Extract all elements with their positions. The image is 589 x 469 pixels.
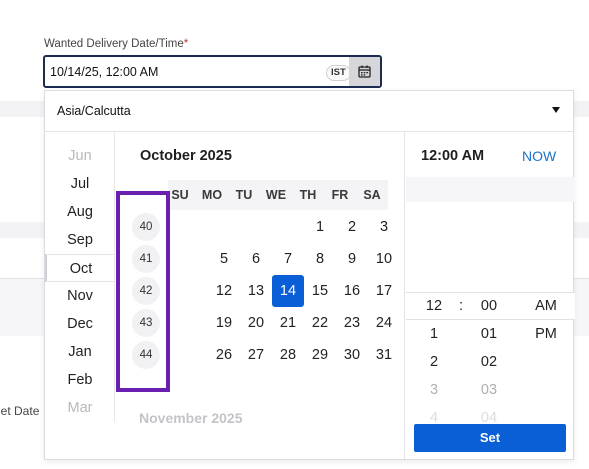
delivery-date-input[interactable]: 10/14/25, 12:00 AM IST [43,55,382,88]
day-cell[interactable]: 7 [272,243,304,275]
day-cell[interactable]: 13 [240,275,272,307]
day-cell[interactable]: 21 [272,307,304,339]
day-cell[interactable]: 30 [336,339,368,371]
day-cell[interactable]: 11 [400,243,404,275]
day-cell[interactable]: 31 [368,339,400,371]
day-cell[interactable]: 8 [304,243,336,275]
time-panel: 12:00 AM NOW 12 : 00 AM 1 01 PM 2 02 3 0… [406,132,575,461]
day-cell[interactable]: 23 [336,307,368,339]
day-cell[interactable]: 4 [400,211,404,243]
minute-option[interactable]: 01 [469,320,509,348]
day-cell[interactable]: 16 [336,275,368,307]
day-cell[interactable]: 24 [368,307,400,339]
calendar-button[interactable] [349,57,380,86]
day-cell[interactable]: 27 [240,339,272,371]
hour-option[interactable]: 2 [414,348,454,376]
current-time-label: 12:00 AM [421,148,485,164]
month-item-jul[interactable]: Jul [45,170,114,198]
day-cell[interactable]: 1 [304,211,336,243]
timezone-select[interactable]: Asia/Calcutta [45,91,575,132]
month-list[interactable]: Jun Jul Aug Sep Oct Nov Dec Jan Feb Mar [45,132,115,422]
calendar-icon [358,65,371,78]
month-item-oct[interactable]: Oct [45,254,114,282]
weekday-th: TH [299,188,317,202]
timezone-badge: IST [326,65,351,81]
hour-option[interactable]: 3 [414,376,454,404]
day-cell-selected[interactable]: 14 [272,275,304,307]
day-cell[interactable]: 15 [304,275,336,307]
hour-option[interactable]: 1 [414,320,454,348]
weekday-fr: FR [331,188,349,202]
day-cell[interactable]: 10 [368,243,400,275]
delivery-date-label-text: Wanted Delivery Date/Time [44,38,184,50]
weekday-mo: MO [201,188,223,202]
day-cell[interactable]: 17 [368,275,400,307]
now-button[interactable]: NOW [522,148,556,164]
weekday-we: WE [265,188,287,202]
meridiem-option[interactable]: PM [526,320,566,348]
day-cell[interactable]: 2 [336,211,368,243]
time-divider-strip [406,177,575,202]
weekday-sa: SA [363,188,381,202]
month-item-jan[interactable]: Jan [45,338,114,366]
timezone-select-value[interactable]: Asia/Calcutta [57,104,131,118]
month-item-aug[interactable]: Aug [45,198,114,226]
set-button[interactable]: Set [414,424,566,452]
day-cell[interactable]: 18 [400,275,404,307]
next-month-title: November 2025 [139,410,243,426]
month-item-feb[interactable]: Feb [45,366,114,394]
day-cell[interactable]: 20 [240,307,272,339]
meridiem-option-selected[interactable]: AM [526,292,566,320]
delivery-date-label: Wanted Delivery Date/Time* [44,38,188,50]
month-item-mar[interactable]: Mar [45,394,114,422]
day-cell[interactable]: 12 [208,275,240,307]
month-title: October 2025 [140,148,232,164]
minute-option[interactable]: 02 [469,348,509,376]
minute-option-selected[interactable]: 00 [469,292,509,320]
day-cell[interactable]: 9 [336,243,368,275]
required-mark: * [183,38,189,50]
weekday-tu: TU [235,188,253,202]
month-item-jun[interactable]: Jun [45,142,114,170]
month-item-nov[interactable]: Nov [45,282,114,310]
day-cell[interactable]: 5 [208,243,240,275]
time-scroller[interactable]: 12 : 00 AM 1 01 PM 2 02 3 03 4 04 [406,292,575,437]
day-cell[interactable]: 28 [272,339,304,371]
background-field-label: get Date [0,404,40,418]
weekday-header: SU MO TU WE TH FR SA [168,180,388,210]
month-item-sep[interactable]: Sep [45,226,114,254]
caret-down-icon[interactable] [552,107,560,113]
day-cell[interactable]: 19 [208,307,240,339]
day-cell[interactable]: 22 [304,307,336,339]
day-cell[interactable]: 26 [208,339,240,371]
delivery-date-value[interactable]: 10/14/25, 12:00 AM [50,65,158,79]
page: get Date Wanted Delivery Date/Time* 10/1… [0,0,589,469]
day-cell[interactable]: 6 [240,243,272,275]
minute-option[interactable]: 03 [469,376,509,404]
week-number-highlight-box [116,191,170,392]
month-item-dec[interactable]: Dec [45,310,114,338]
day-cell[interactable]: 25 [400,307,404,339]
day-cell[interactable]: 29 [304,339,336,371]
day-cell[interactable]: 3 [368,211,400,243]
